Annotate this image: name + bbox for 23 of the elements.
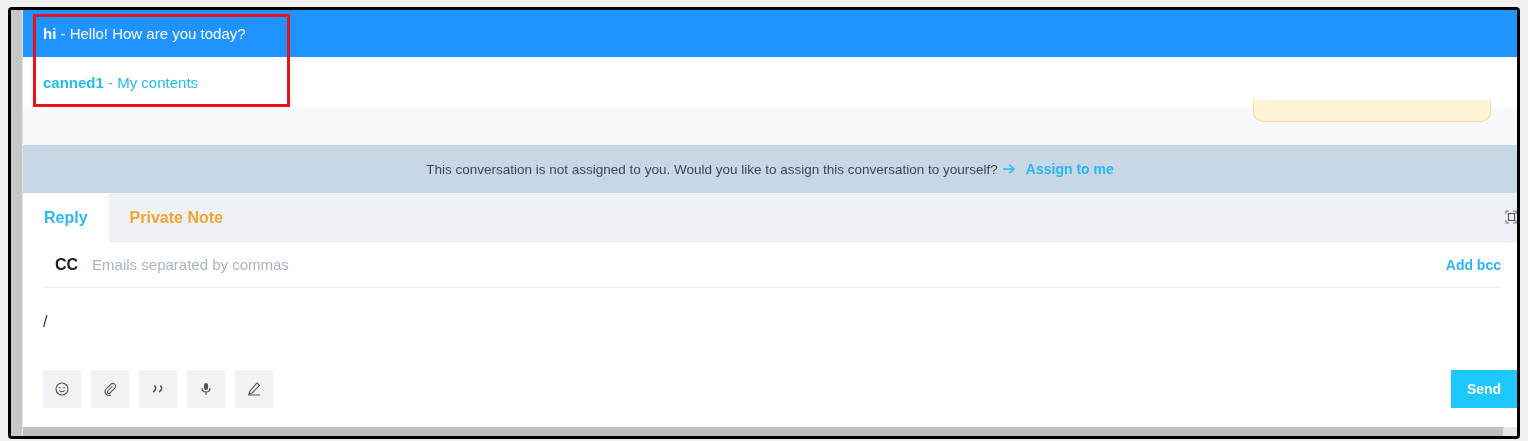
editor-text[interactable]: / (43, 313, 48, 331)
tab[interactable]: Reply (23, 193, 109, 242)
expand-icon[interactable] (1505, 210, 1517, 224)
tab[interactable]: Private Note (108, 193, 244, 242)
signature-button[interactable] (235, 370, 273, 408)
pen-icon (247, 382, 261, 396)
scrollbar[interactable] (11, 10, 23, 436)
attachment-button[interactable] (91, 370, 129, 408)
emoji-button[interactable] (43, 370, 81, 408)
quote-icon (151, 384, 165, 394)
smiley-icon (55, 382, 69, 396)
arrow-icon (1001, 163, 1016, 175)
canned-response-item[interactable]: hi - Hello! How are you today? (23, 10, 1517, 57)
cc-label: CC (54, 255, 80, 274)
microphone-button[interactable] (187, 370, 225, 408)
banner-message: This conversation is not assigned to you. Would you like to assign this conversation to yourself? (426, 161, 998, 177)
microphone-icon (200, 382, 212, 396)
assign-link[interactable]: Assign to me (1025, 161, 1114, 177)
add-bcc-link[interactable]: Add bcc (1445, 256, 1501, 273)
paperclip-icon (103, 382, 117, 396)
scrollbar[interactable] (23, 427, 1503, 436)
send-button[interactable]: Send (1451, 370, 1517, 408)
cc-input-field[interactable]: Emails separated by commas (90, 255, 1446, 274)
